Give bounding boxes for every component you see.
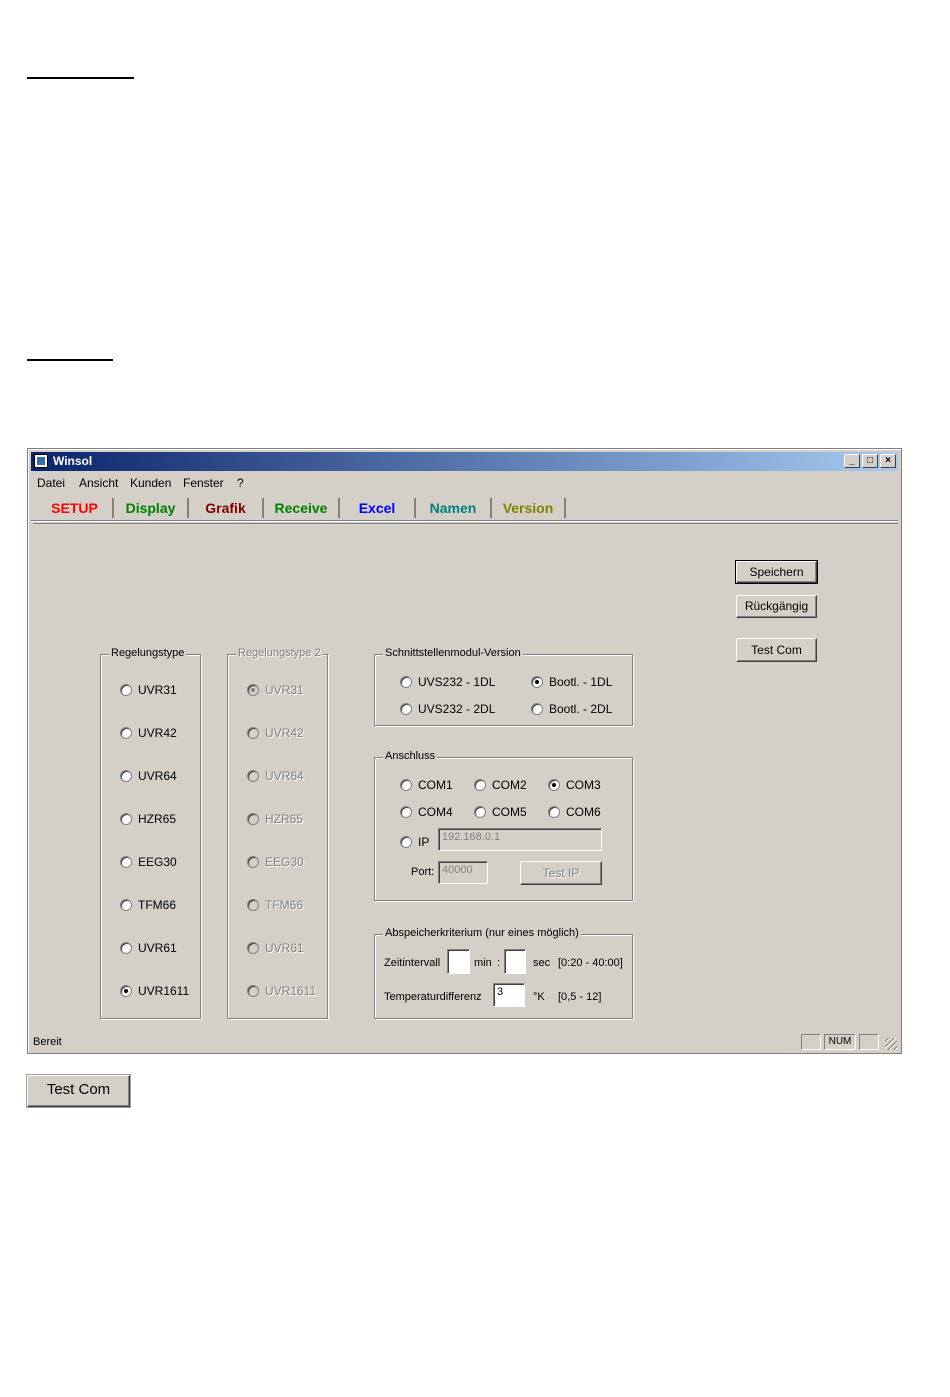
zeit-range-label: [0:20 - 40:00] [558,957,623,969]
tab-receive[interactable]: Receive [264,498,340,518]
temperaturdifferenz-field[interactable]: 3 [493,983,525,1007]
menu-datei[interactable]: Datei [37,476,65,490]
minimize-button[interactable]: _ [844,454,860,468]
anschluss-title: Anschluss [383,750,438,762]
radio2-hzr65[interactable]: HZR65 [247,812,303,826]
tab-bar: SETUP Display Grafik Receive Excel Namen… [31,495,898,521]
tab-excel[interactable]: Excel [340,498,416,518]
radio2-eeg30[interactable]: EEG30 [247,855,304,869]
menu-ansicht[interactable]: Ansicht [79,476,118,490]
resize-grip-icon[interactable] [885,1038,897,1050]
save-button[interactable]: Speichern [735,560,818,584]
unit-label: °K [533,991,545,1003]
menu-help[interactable]: ? [237,476,244,490]
heading-underline-2 [27,359,113,361]
title-bar[interactable]: Winsol _ □ × [31,452,898,471]
radio-uvr42[interactable]: UVR42 [120,726,177,740]
radio-bootl-2dl[interactable]: Bootl. - 2DL [531,702,612,716]
radio-com2[interactable]: COM2 [474,778,527,792]
radio-eeg30[interactable]: EEG30 [120,855,177,869]
regelungstype-group: Regelungstype UVR31 UVR42 UVR64 HZR65 EE… [100,647,201,1019]
port-label: Port: [411,866,435,878]
zeit-sec-field[interactable] [504,949,526,974]
radio-uvr31[interactable]: UVR31 [120,683,177,697]
colon-label: : [497,957,501,969]
temperaturdifferenz-label: Temperaturdifferenz [384,991,482,1003]
radio2-uvr31[interactable]: UVR31 [247,683,304,697]
radio2-uvr64[interactable]: UVR64 [247,769,304,783]
winsol-window: Winsol _ □ × Datei Ansicht Kunden Fenste… [27,448,902,1054]
test-com-button-sample[interactable]: Test Com [27,1075,130,1107]
ip-address-field[interactable]: 192.168.0.1 [438,828,602,851]
radio2-uvr42[interactable]: UVR42 [247,726,304,740]
radio2-tfm66[interactable]: TFM66 [247,898,303,912]
menu-bar: Datei Ansicht Kunden Fenster ? [31,473,898,493]
tab-namen[interactable]: Namen [416,498,492,518]
radio-tfm66[interactable]: TFM66 [120,898,176,912]
tab-setup[interactable]: SETUP [37,498,114,518]
close-button[interactable]: × [880,454,896,468]
zeitintervall-label: Zeitintervall [384,957,441,969]
app-icon[interactable] [34,454,48,468]
anschluss-group: Anschluss COM1 COM2 COM3 COM4 COM5 COM6 … [374,750,633,901]
sec-label: sec [533,957,551,969]
radio-com4[interactable]: COM4 [400,805,453,819]
radio2-uvr61[interactable]: UVR61 [247,941,304,955]
radio-ip[interactable]: IP [400,835,429,849]
tab-display[interactable]: Display [114,498,189,518]
status-pane-1 [801,1034,821,1050]
radio-uvs232-1dl[interactable]: UVS232 - 1DL [400,675,495,689]
test-com-button[interactable]: Test Com [736,638,817,662]
status-num: NUM [824,1034,856,1050]
radio-uvr64[interactable]: UVR64 [120,769,177,783]
radio2-uvr1611[interactable]: UVR1611 [247,984,316,998]
status-text: Bereit [33,1036,62,1048]
radio-uvr61[interactable]: UVR61 [120,941,177,955]
port-field[interactable]: 40000 [438,861,488,884]
setup-panel: Speichern Rückgängig Test Com Regelungst… [33,523,898,1033]
test-ip-button[interactable]: Test IP [520,861,602,885]
radio-com1[interactable]: COM1 [400,778,453,792]
window-title: Winsol [53,454,93,468]
tab-version[interactable]: Version [492,498,566,518]
schnittstellenmodul-group: Schnittstellenmodul-Version UVS232 - 1DL… [374,647,633,726]
heading-underline-1 [27,77,134,79]
zeit-min-field[interactable] [447,949,470,974]
tab-grafik[interactable]: Grafik [189,498,264,518]
regelungstype-title: Regelungstype [109,647,187,659]
maximize-button[interactable]: □ [862,454,878,468]
regelungstype2-title: Regelungstype 2 [236,647,323,659]
radio-hzr65[interactable]: HZR65 [120,812,176,826]
menu-fenster[interactable]: Fenster [183,476,224,490]
regelungstype2-group: Regelungstype 2 UVR31 UVR42 UVR64 HZR65 … [227,647,328,1019]
menu-kunden[interactable]: Kunden [130,476,171,490]
radio-uvr1611[interactable]: UVR1611 [120,984,189,998]
undo-button[interactable]: Rückgängig [736,595,817,618]
abspeicherkriterium-title: Abspeicherkriterium (nur eines möglich) [383,927,581,939]
radio-com5[interactable]: COM5 [474,805,527,819]
radio-com6[interactable]: COM6 [548,805,601,819]
status-pane-3 [859,1034,879,1050]
abspeicherkriterium-group: Abspeicherkriterium (nur eines möglich) … [374,927,633,1019]
temp-range-label: [0,5 - 12] [558,991,602,1003]
radio-bootl-1dl[interactable]: Bootl. - 1DL [531,675,612,689]
min-label: min [474,957,492,969]
radio-uvs232-2dl[interactable]: UVS232 - 2DL [400,702,495,716]
schnittstellenmodul-title: Schnittstellenmodul-Version [383,647,523,659]
status-bar: Bereit NUM [31,1033,898,1051]
radio-com3[interactable]: COM3 [548,778,601,792]
